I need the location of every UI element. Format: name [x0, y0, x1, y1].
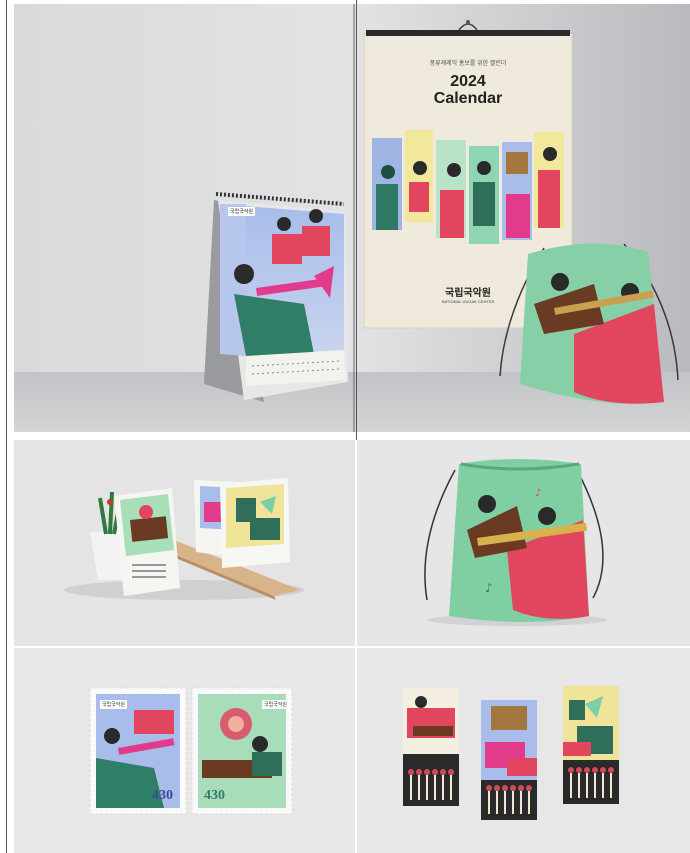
- wall-calendar-header: 풍류제례악 홍보를 위한 캘린더 2024 Calendar: [364, 58, 572, 107]
- matchbox-panel: [357, 648, 690, 853]
- bag-panel: ♪ ♪: [357, 440, 690, 646]
- desk-tent-calendar: [204, 192, 348, 402]
- wall-calendar-subtitle: 풍류제례악 홍보를 위한 캘린더: [429, 61, 507, 67]
- svg-text:♪: ♪: [535, 488, 541, 499]
- left-border-line: [6, 0, 7, 853]
- top-scene: [14, 4, 690, 432]
- product-mockup-collage: 풍류제례악 홍보를 위한 캘린더 2024 Calendar 국립국악원 NAT…: [0, 0, 690, 853]
- matchbox-3: [563, 686, 619, 804]
- mini-calendars-panel: [14, 440, 355, 646]
- matchbox-2: [481, 700, 537, 820]
- desk-calendar-badge: 국립국악원: [228, 207, 256, 216]
- center-divider: [356, 0, 357, 440]
- wall-calendar-logo: 국립국악원 NATIONAL GUGAK CENTER: [364, 284, 572, 304]
- wall-calendar-year: 2024: [450, 73, 486, 90]
- bag-scene: ♪ ♪: [424, 459, 607, 626]
- svg-text:♪: ♪: [485, 581, 493, 595]
- matchbox-scene: [403, 686, 619, 820]
- wall-calendar-logo-en: NATIONAL GUGAK CENTER: [441, 299, 495, 304]
- wall-calendar-title: Calendar: [433, 90, 503, 107]
- stamp-1-value: 430: [152, 788, 173, 803]
- mini-calendars-scene: [64, 478, 304, 600]
- stamp-2-value: 430: [204, 788, 225, 803]
- stamp-1-badge: 국립국악원: [100, 700, 128, 709]
- wall-calendar-logo-kr: 국립국악원: [445, 288, 491, 299]
- stamp-2-badge: 국립국악원: [262, 700, 290, 709]
- matchbox-1: [403, 688, 459, 806]
- stamps-panel: 국립국악원 국립국악원 430 430: [14, 648, 355, 853]
- top-scene-panel: 풍류제례악 홍보를 위한 캘린더 2024 Calendar 국립국악원 NAT…: [14, 4, 690, 432]
- stamps-scene: [89, 687, 293, 815]
